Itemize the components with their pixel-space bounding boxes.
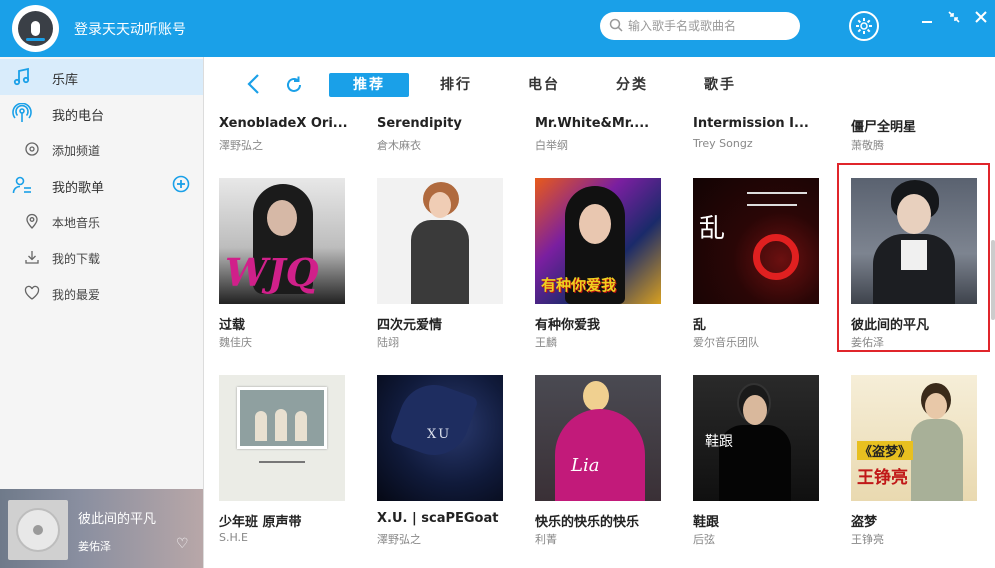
album-cover[interactable]: Lia bbox=[535, 375, 661, 501]
selected-album-highlight bbox=[837, 163, 990, 352]
title-bar: 登录天天动听账号 bbox=[0, 0, 995, 57]
favorite-heart-icon[interactable]: ♡ bbox=[176, 536, 189, 552]
add-channel-icon bbox=[25, 142, 39, 156]
album-title: 鞋跟 bbox=[693, 515, 720, 530]
album-cover[interactable]: 乱 bbox=[693, 178, 819, 304]
login-link[interactable]: 登录天天动听账号 bbox=[74, 19, 186, 39]
album-title: 乱 bbox=[693, 318, 707, 333]
refresh-icon[interactable] bbox=[284, 75, 304, 95]
now-playing-bar[interactable]: 彼此间的平凡 姜佑泽 ♡ bbox=[0, 489, 203, 568]
album-title: 僵尸全明星 bbox=[851, 120, 917, 135]
album-artist: 王麟 bbox=[535, 336, 557, 349]
album-title: 盗梦 bbox=[851, 515, 878, 530]
album-title: Intermission I... bbox=[693, 116, 809, 131]
album-artist: 澤野弘之 bbox=[219, 139, 263, 152]
tab-radio[interactable]: 电台 bbox=[512, 73, 576, 97]
album-title: 少年班 原声带 bbox=[219, 515, 302, 530]
close-button[interactable] bbox=[972, 10, 990, 28]
tab-artists[interactable]: 歌手 bbox=[688, 73, 752, 97]
cover-text: 王铮亮 bbox=[857, 468, 908, 488]
album-title: XenobladeX Ori... bbox=[219, 116, 348, 131]
album-title: Serendipity bbox=[377, 116, 462, 131]
settings-button[interactable] bbox=[849, 11, 879, 41]
search-input[interactable] bbox=[628, 16, 793, 36]
album-cover[interactable] bbox=[219, 375, 345, 501]
album-artist: 利菁 bbox=[535, 533, 557, 546]
album-cover[interactable] bbox=[377, 178, 503, 304]
sidebar-item-label: 我的歌单 bbox=[52, 181, 105, 196]
album-artist: 魏佳庆 bbox=[219, 336, 252, 349]
radio-icon bbox=[12, 103, 32, 122]
album-cover[interactable]: 有种你爱我 bbox=[535, 178, 661, 304]
album-cover[interactable]: 《盗梦》 王铮亮 bbox=[851, 375, 977, 501]
content-nav: 推荐 排行 电台 分类 歌手 bbox=[204, 57, 995, 111]
app-logo-icon[interactable] bbox=[12, 5, 59, 52]
sidebar-item-label: 本地音乐 bbox=[52, 216, 101, 230]
album-title: X.U. | scaPEGoat bbox=[377, 511, 499, 526]
album-cover[interactable]: WJQ bbox=[219, 178, 345, 304]
cover-text: 乱 bbox=[699, 214, 726, 244]
album-artist: 王铮亮 bbox=[851, 533, 884, 546]
album-artist: 陆翊 bbox=[377, 336, 399, 349]
sidebar-item-label: 我的下载 bbox=[52, 252, 101, 266]
cover-text: XU bbox=[427, 427, 452, 442]
cover-text: 鞋跟 bbox=[705, 434, 733, 450]
sidebar-item-my-radio[interactable]: 我的电台 bbox=[0, 95, 203, 131]
back-arrow-icon[interactable] bbox=[244, 73, 264, 95]
heart-icon bbox=[24, 285, 40, 300]
download-icon bbox=[25, 251, 39, 264]
album-cover[interactable]: 鞋跟 bbox=[693, 375, 819, 501]
sidebar-item-label: 我的电台 bbox=[52, 109, 105, 124]
tab-charts[interactable]: 排行 bbox=[424, 73, 488, 97]
restore-button[interactable] bbox=[945, 10, 963, 28]
album-title: Mr.White&Mr.... bbox=[535, 116, 650, 131]
cover-text: 有种你爱我 bbox=[541, 276, 617, 294]
now-playing-title: 彼此间的平凡 bbox=[78, 512, 157, 527]
tab-recommend[interactable]: 推荐 bbox=[329, 73, 409, 97]
music-note-icon bbox=[13, 67, 30, 86]
search-box[interactable] bbox=[600, 12, 800, 40]
album-artist: 倉木麻衣 bbox=[377, 139, 421, 152]
album-title: 快乐的快乐的快乐 bbox=[535, 515, 640, 530]
album-artist: 萧敬腾 bbox=[851, 139, 884, 152]
sidebar-item-my-downloads[interactable]: 我的下载 bbox=[0, 239, 203, 275]
sidebar-item-label: 添加频道 bbox=[52, 144, 101, 158]
sidebar-item-label: 乐库 bbox=[52, 73, 79, 88]
cover-text: WJQ bbox=[225, 250, 319, 295]
sidebar-item-add-channel[interactable]: 添加频道 bbox=[0, 131, 203, 167]
album-title: 过载 bbox=[219, 318, 246, 333]
album-title: 四次元爱情 bbox=[377, 318, 443, 333]
album-artist: Trey Songz bbox=[693, 137, 753, 150]
disc-icon bbox=[16, 508, 60, 552]
close-icon bbox=[975, 11, 987, 23]
album-artist: 爱尔音乐团队 bbox=[693, 336, 759, 349]
add-playlist-icon[interactable] bbox=[172, 175, 190, 193]
album-artist: 白举纲 bbox=[535, 139, 568, 152]
sidebar-item-my-favorites[interactable]: 我的最爱 bbox=[0, 275, 203, 311]
search-icon bbox=[609, 18, 623, 32]
sidebar-item-local-music[interactable]: 本地音乐 bbox=[0, 203, 203, 239]
album-artist: 后弦 bbox=[693, 533, 715, 546]
location-pin-icon bbox=[26, 213, 38, 229]
tab-categories[interactable]: 分类 bbox=[600, 73, 664, 97]
gear-icon bbox=[856, 18, 872, 34]
scrollbar[interactable] bbox=[991, 240, 995, 320]
album-artist: S.H.E bbox=[219, 531, 249, 544]
album-cover[interactable]: XU bbox=[377, 375, 503, 501]
now-playing-artist: 姜佑泽 bbox=[78, 540, 111, 553]
sidebar-item-my-playlists[interactable]: 我的歌单 bbox=[0, 167, 203, 203]
album-artist: 澤野弘之 bbox=[377, 533, 421, 546]
sidebar-item-library[interactable]: 乐库 bbox=[0, 59, 203, 95]
minimize-icon bbox=[922, 21, 932, 23]
now-playing-cover[interactable] bbox=[8, 500, 68, 560]
cover-text: 《盗梦》 bbox=[857, 441, 914, 460]
user-playlist-icon bbox=[12, 176, 31, 194]
sidebar-item-label: 我的最爱 bbox=[52, 288, 101, 302]
minimize-button[interactable] bbox=[918, 10, 936, 28]
album-title: 有种你爱我 bbox=[535, 318, 601, 333]
shrink-icon bbox=[948, 11, 960, 23]
